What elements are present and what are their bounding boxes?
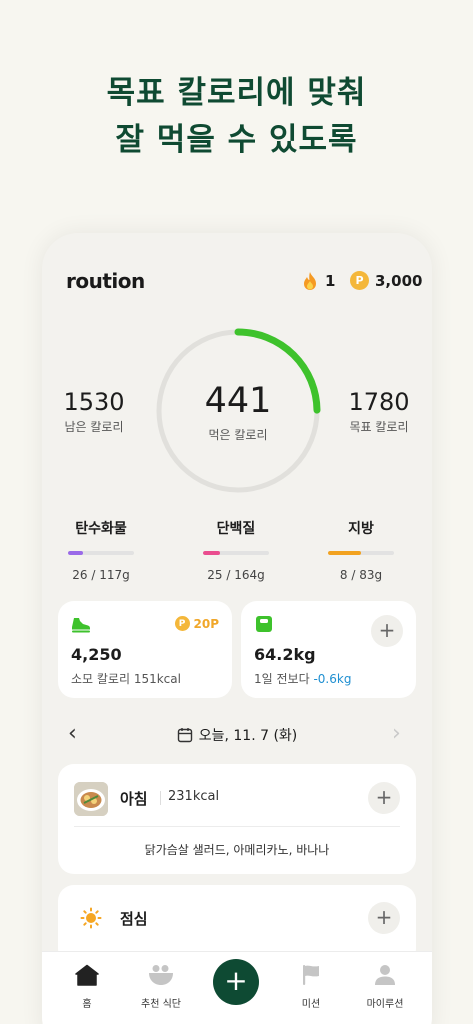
macro-protein-value: 25 / 164g (207, 568, 265, 582)
next-date-button[interactable]: › (392, 723, 401, 745)
add-lunch-button[interactable]: + (368, 902, 400, 934)
current-date[interactable]: 오늘, 11. 7 (화) (42, 725, 432, 745)
breakfast-title: 아침 (120, 790, 148, 808)
tab-recommended-diet-label: 추천 식단 (141, 999, 181, 1010)
user-icon (375, 965, 395, 985)
meal-card-breakfast[interactable]: 아침 231kcal + 닭가슴살 샐러드, 아메리카노, 바나나 (58, 764, 416, 874)
weight-change: 1일 전보다 -0.6kg (254, 670, 351, 687)
macro-fat-value: 8 / 83g (339, 568, 383, 582)
points-value: 3,000 (375, 271, 423, 290)
weight-card[interactable]: + 64.2kg 1일 전보다 -0.6kg (241, 601, 416, 698)
macro-carbs-bar (68, 551, 134, 555)
macro-carbs-value: 26 / 117g (72, 568, 130, 582)
scale-icon (256, 616, 272, 632)
macro-fat-name: 지방 (348, 521, 374, 537)
lunch-title: 점심 (120, 910, 148, 928)
weight-value: 64.2kg (254, 645, 316, 664)
current-date-label: 오늘, 11. 7 (화) (198, 728, 298, 744)
add-meal-fab[interactable]: + (213, 959, 259, 1005)
macro-carbs[interactable]: 탄수화물 26 / 117g (56, 518, 146, 582)
goal-calories-label: 목표 칼로리 (349, 420, 409, 434)
macro-carbs-fill (68, 551, 83, 555)
flame-icon (304, 272, 316, 290)
macro-protein[interactable]: 단백질 25 / 164g (191, 518, 281, 582)
tab-recommended-diet[interactable]: 추천 식단 (126, 964, 196, 1010)
add-weight-button[interactable]: + (371, 615, 403, 647)
tab-home[interactable]: 홈 (52, 964, 122, 1010)
app-screen: roution 1 P 3,000 1530 남은 칼로리 441 먹은 칼로리… (42, 233, 432, 1024)
points-balance[interactable]: P 3,000 (350, 271, 422, 290)
streak-counter[interactable]: 1 (302, 271, 335, 291)
tab-my-page[interactable]: 마이루션 (350, 964, 420, 1010)
goal-calories: 1780 목표 칼로리 (339, 388, 419, 435)
flag-icon (303, 965, 319, 985)
home-icon (75, 964, 99, 986)
breakfast-foods: 닭가슴살 샐러드, 아메리카노, 바나나 (144, 843, 330, 857)
macro-protein-fill (203, 551, 220, 555)
headline-line-2: 잘 먹을 수 있도록 (115, 122, 358, 158)
steps-reward-badge[interactable]: P 20P (174, 616, 220, 631)
breakfast-calories: 231kcal (168, 789, 220, 804)
consumed-calories-label: 먹은 칼로리 (208, 428, 268, 442)
date-navigator: ‹ 오늘, 11. 7 (화) › (42, 723, 432, 747)
consumed-calories-value: 441 (204, 381, 272, 421)
breakfast-photo (74, 782, 108, 816)
remaining-calories: 1530 남은 칼로리 (54, 388, 134, 435)
macro-protein-bar (203, 551, 269, 555)
sneaker-icon (72, 618, 90, 633)
meal-divider (160, 791, 161, 805)
calendar-icon (177, 728, 192, 743)
macro-protein-name: 단백질 (216, 521, 256, 537)
macro-fat[interactable]: 지방 8 / 83g (316, 518, 406, 582)
macro-fat-bar (328, 551, 394, 555)
app-logo: roution (66, 269, 145, 293)
point-coin-icon: P (350, 271, 369, 290)
macro-fat-fill (328, 551, 361, 555)
tab-my-page-label: 마이루션 (366, 999, 404, 1010)
macro-carbs-name: 탄수화물 (75, 521, 127, 537)
consumed-calories: 441 먹은 칼로리 (155, 381, 321, 443)
goal-calories-value: 1780 (348, 388, 410, 416)
sun-icon (80, 907, 102, 929)
tab-mission[interactable]: 미션 (276, 964, 346, 1010)
steps-calorie-text: 소모 칼로리 151kcal (71, 672, 181, 686)
steps-card[interactable]: P 20P 4,250 소모 칼로리 151kcal (58, 601, 232, 698)
promo-headline: 목표 칼로리에 맞춰 잘 먹을 수 있도록 (0, 70, 473, 164)
headline-line-1: 목표 칼로리에 맞춰 (106, 75, 367, 111)
point-coin-icon: P (174, 616, 190, 631)
bottom-tab-bar: 홈 추천 식단 + 미션 마이루션 (42, 951, 432, 1024)
tab-mission-label: 미션 (301, 999, 321, 1010)
remaining-calories-value: 1530 (63, 388, 125, 416)
weight-delta: -0.6kg (313, 672, 352, 686)
add-breakfast-button[interactable]: + (368, 782, 400, 814)
streak-count: 1 (325, 272, 336, 290)
weight-compare-label: 1일 전보다 (254, 672, 310, 686)
meal-separator (74, 826, 400, 827)
steps-count: 4,250 (71, 645, 122, 664)
tab-home-label: 홈 (82, 999, 92, 1010)
remaining-calories-label: 남은 칼로리 (64, 420, 124, 434)
steps-reward-value: 20P (193, 616, 220, 631)
bowl-icon (149, 965, 173, 985)
